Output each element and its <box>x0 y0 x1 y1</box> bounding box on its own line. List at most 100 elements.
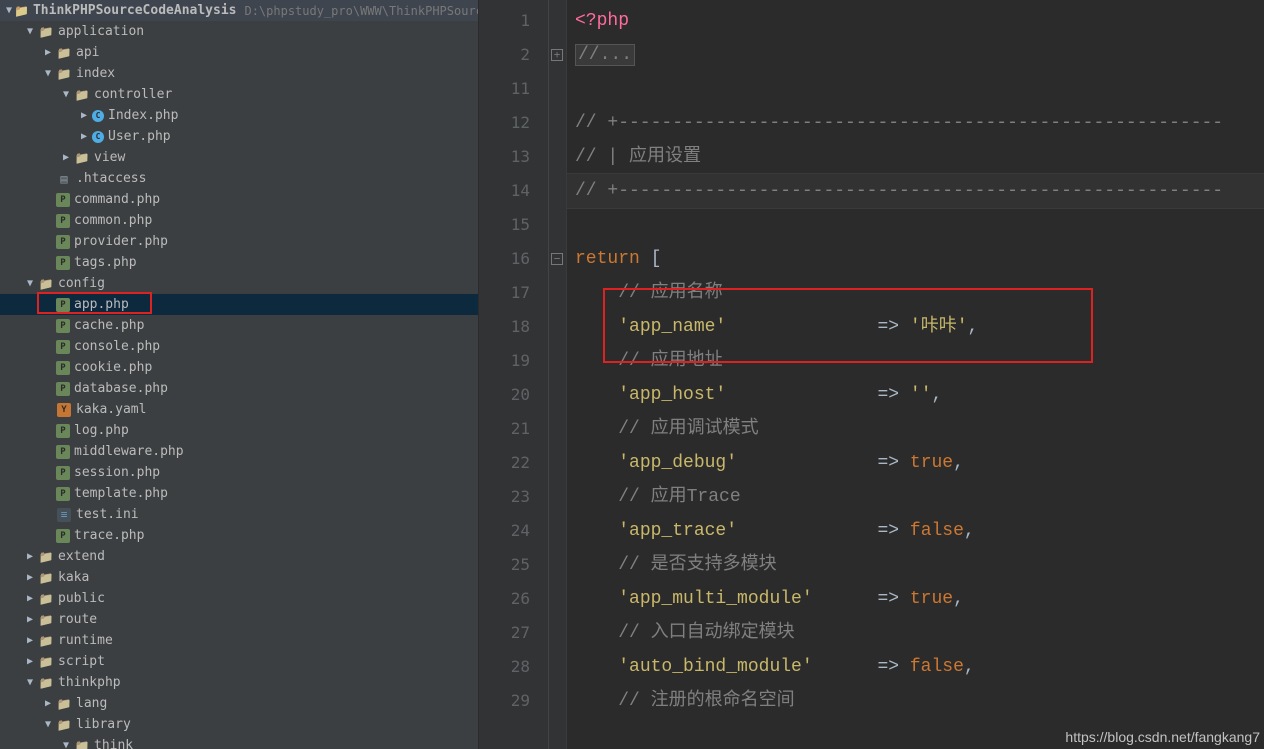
code-line[interactable] <box>567 208 1264 242</box>
tree-folder[interactable]: lang <box>0 693 478 714</box>
code-token: // +------------------------------------… <box>575 113 1223 133</box>
line-number-gutter: 1211121314151617181920212223242526272829 <box>479 0 549 749</box>
php-icon <box>56 340 70 354</box>
code-line[interactable]: // 入口自动绑定模块 <box>567 616 1264 650</box>
tree-file[interactable]: provider.php <box>0 231 478 252</box>
line-number: 22 <box>479 446 548 480</box>
ini-icon <box>56 507 72 523</box>
tree-arrow-icon[interactable] <box>6 5 12 16</box>
tree-folder[interactable]: view <box>0 147 478 168</box>
tree-arrow-icon[interactable] <box>24 656 36 667</box>
tree-label: cache.php <box>74 318 144 333</box>
code-line[interactable]: 'app_debug' => true, <box>567 446 1264 480</box>
tree-arrow-icon[interactable] <box>24 635 36 646</box>
code-line[interactable]: // 应用地址 <box>567 344 1264 378</box>
line-number: 27 <box>479 616 548 650</box>
code-line[interactable]: // 是否支持多模块 <box>567 548 1264 582</box>
tree-folder[interactable]: api <box>0 42 478 63</box>
code-token <box>575 589 618 609</box>
folder-icon <box>56 66 72 82</box>
tree-folder[interactable]: script <box>0 651 478 672</box>
tree-arrow-icon[interactable] <box>42 47 54 58</box>
tree-folder[interactable]: config <box>0 273 478 294</box>
php-icon <box>56 319 70 333</box>
tree-folder[interactable]: library <box>0 714 478 735</box>
tree-file[interactable]: app.php <box>0 294 478 315</box>
tree-file[interactable]: console.php <box>0 336 478 357</box>
tree-file[interactable]: database.php <box>0 378 478 399</box>
tree-file[interactable]: cookie.php <box>0 357 478 378</box>
tree-label: script <box>58 654 105 669</box>
tree-file[interactable]: .htaccess <box>0 168 478 189</box>
tree-arrow-icon[interactable] <box>24 593 36 604</box>
tree-folder[interactable]: thinkphp <box>0 672 478 693</box>
tree-arrow-icon[interactable] <box>42 719 54 730</box>
tree-arrow-icon[interactable] <box>60 740 72 749</box>
code-line[interactable]: // +------------------------------------… <box>567 106 1264 140</box>
code-line[interactable]: 'auto_bind_module' => false, <box>567 650 1264 684</box>
tree-arrow-icon[interactable] <box>24 26 36 37</box>
tree-arrow-icon[interactable] <box>24 572 36 583</box>
tree-folder[interactable]: route <box>0 609 478 630</box>
code-line[interactable]: <?php <box>567 4 1264 38</box>
project-tree[interactable]: ThinkPHPSourceCodeAnalysisD:\phpstudy_pr… <box>0 0 479 749</box>
tree-folder[interactable]: index <box>0 63 478 84</box>
tree-file[interactable]: log.php <box>0 420 478 441</box>
tree-label: log.php <box>74 423 129 438</box>
tree-arrow-icon[interactable] <box>60 89 72 100</box>
tree-file[interactable]: kaka.yaml <box>0 399 478 420</box>
tree-file[interactable]: session.php <box>0 462 478 483</box>
tree-label: extend <box>58 549 105 564</box>
tree-arrow-icon[interactable] <box>78 110 90 121</box>
tree-folder[interactable]: controller <box>0 84 478 105</box>
code-line[interactable]: 'app_name' => '咔咔', <box>567 310 1264 344</box>
tree-arrow-icon[interactable] <box>42 698 54 709</box>
tree-file[interactable]: cache.php <box>0 315 478 336</box>
tree-arrow-icon[interactable] <box>42 68 54 79</box>
tree-folder[interactable]: public <box>0 588 478 609</box>
code-line[interactable]: 'app_multi_module' => true, <box>567 582 1264 616</box>
tree-folder[interactable]: ThinkPHPSourceCodeAnalysisD:\phpstudy_pr… <box>0 0 478 21</box>
code-line[interactable]: return [ <box>567 242 1264 276</box>
tree-label: think <box>94 738 133 749</box>
code-editor[interactable]: 1211121314151617181920212223242526272829… <box>479 0 1264 749</box>
tree-folder[interactable]: application <box>0 21 478 42</box>
code-line[interactable]: // 应用Trace <box>567 480 1264 514</box>
line-number: 12 <box>479 106 548 140</box>
tree-label: console.php <box>74 339 160 354</box>
tree-file[interactable]: trace.php <box>0 525 478 546</box>
code-line[interactable]: // +------------------------------------… <box>567 174 1264 208</box>
code-line[interactable]: 'app_trace' => false, <box>567 514 1264 548</box>
fold-expand-icon[interactable] <box>551 49 563 61</box>
tree-arrow-icon[interactable] <box>24 614 36 625</box>
tree-file[interactable]: middleware.php <box>0 441 478 462</box>
tree-arrow-icon[interactable] <box>24 278 36 289</box>
code-line[interactable]: // 注册的根命名空间 <box>567 684 1264 718</box>
tree-folder[interactable]: kaka <box>0 567 478 588</box>
tree-file[interactable]: template.php <box>0 483 478 504</box>
tree-file[interactable]: tags.php <box>0 252 478 273</box>
tree-file[interactable]: test.ini <box>0 504 478 525</box>
tree-path: D:\phpstudy_pro\WWW\ThinkPHPSourceC <box>244 4 479 18</box>
tree-folder[interactable]: extend <box>0 546 478 567</box>
code-line[interactable]: // | 应用设置 <box>567 140 1264 174</box>
code-line[interactable]: // 应用调试模式 <box>567 412 1264 446</box>
tree-file[interactable]: common.php <box>0 210 478 231</box>
fold-column[interactable] <box>549 0 567 749</box>
tree-arrow-icon[interactable] <box>24 677 36 688</box>
folder-icon <box>38 549 54 565</box>
tree-arrow-icon[interactable] <box>60 152 72 163</box>
code-line[interactable]: // 应用名称 <box>567 276 1264 310</box>
code-line[interactable]: //... <box>567 38 1264 72</box>
tree-file[interactable]: Index.php <box>0 105 478 126</box>
tree-arrow-icon[interactable] <box>78 131 90 142</box>
tree-folder[interactable]: think <box>0 735 478 749</box>
tree-file[interactable]: User.php <box>0 126 478 147</box>
code-area[interactable]: <?php//... // +--------------------------… <box>567 0 1264 749</box>
fold-collapse-icon[interactable] <box>551 253 563 265</box>
tree-folder[interactable]: runtime <box>0 630 478 651</box>
tree-arrow-icon[interactable] <box>24 551 36 562</box>
code-line[interactable] <box>567 72 1264 106</box>
tree-file[interactable]: command.php <box>0 189 478 210</box>
code-line[interactable]: 'app_host' => '', <box>567 378 1264 412</box>
